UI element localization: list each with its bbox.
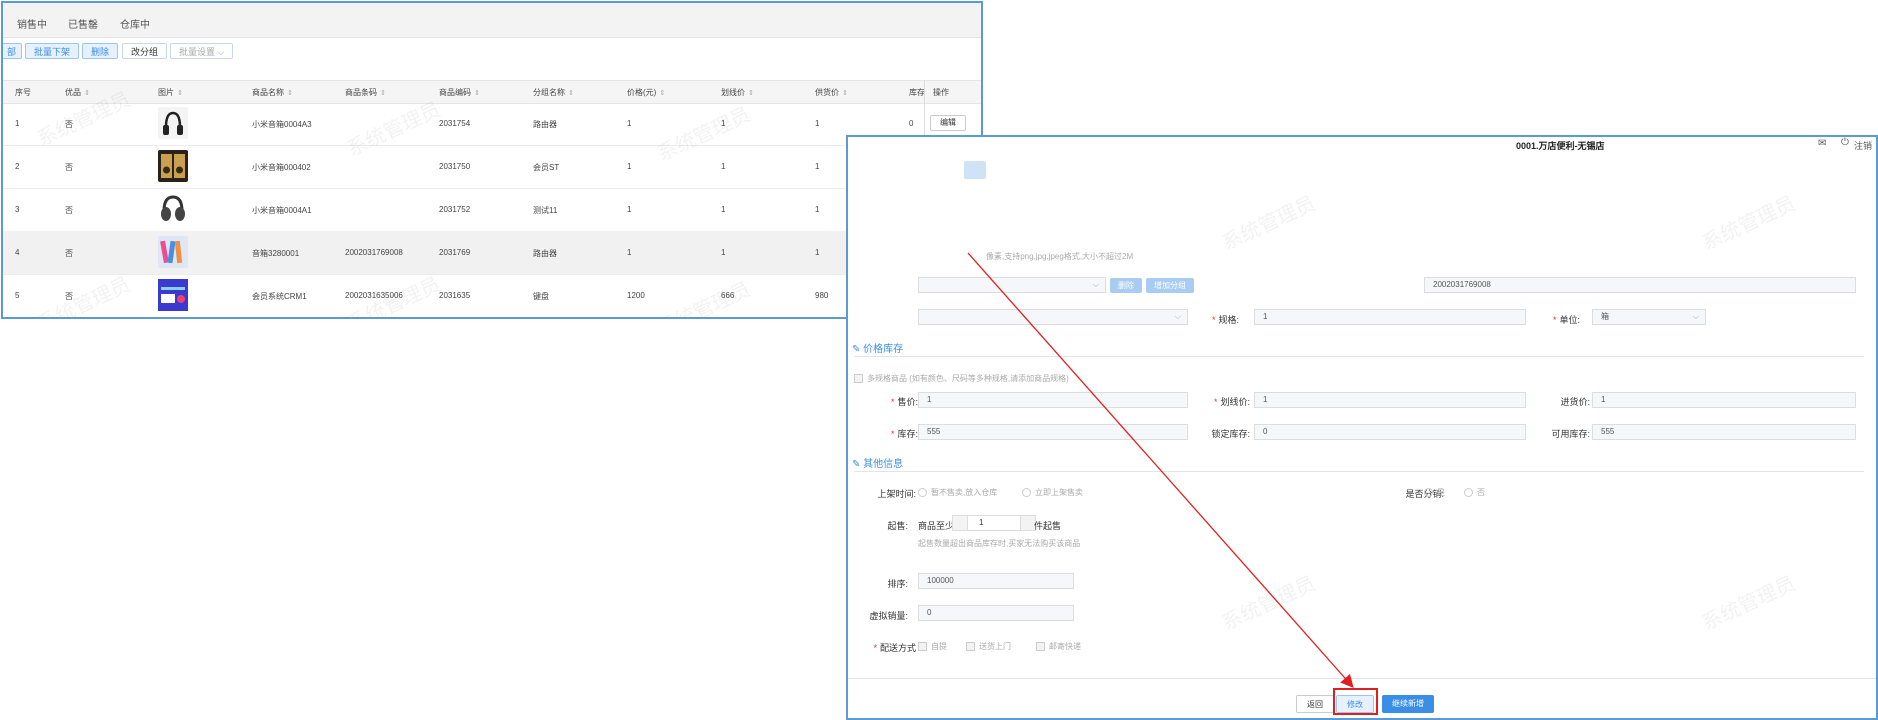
annotation-arrow bbox=[967, 252, 1354, 688]
